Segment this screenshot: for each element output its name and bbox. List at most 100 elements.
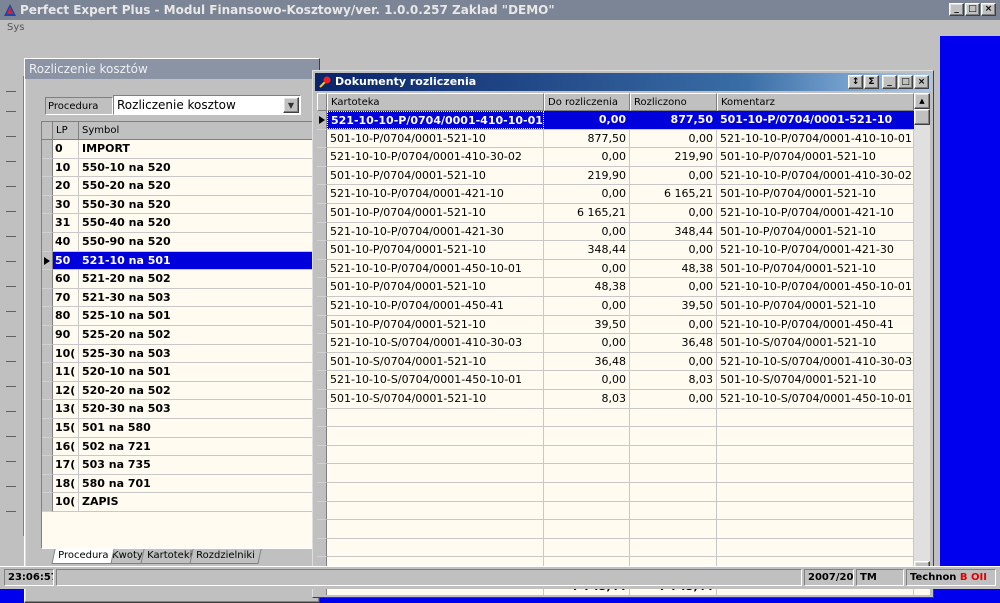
table-row[interactable]: 11(520-10 na 501 bbox=[53, 363, 322, 382]
doc-minimize-button[interactable]: _ bbox=[882, 75, 897, 89]
column-header-rozliczono[interactable]: Rozliczono bbox=[630, 93, 717, 111]
menu-item-system[interactable]: Sys bbox=[0, 22, 24, 33]
table-row[interactable]: 501-10-P/0704/0001-521-10 48,38 0,00 521-10… bbox=[327, 278, 914, 297]
row-indicator[interactable] bbox=[317, 297, 327, 316]
table-row[interactable]: 521-10-10-P/0704/0001-421-30 0,00 348,44 50… bbox=[327, 222, 914, 242]
row-indicator[interactable] bbox=[42, 363, 53, 382]
table-row[interactable]: 15(501 na 580 bbox=[53, 419, 322, 438]
row-indicator[interactable] bbox=[42, 307, 53, 326]
tab-rozdzielniki[interactable]: Rozdzielniki bbox=[189, 549, 262, 564]
row-indicator[interactable] bbox=[42, 344, 53, 364]
scroll-up-icon[interactable]: ▲ bbox=[914, 93, 930, 109]
table-row[interactable]: 10(525-30 na 503 bbox=[53, 344, 322, 364]
table-row[interactable]: 521-10-10-S/0704/0001-410-30-03 0,00 36,48… bbox=[327, 334, 914, 353]
row-indicator[interactable] bbox=[317, 222, 327, 242]
table-row[interactable]: 521-10-10-P/0704/0001-410-10-01 0,00 877,5… bbox=[327, 111, 914, 130]
table-row[interactable]: 13(520-30 na 503 bbox=[53, 400, 322, 419]
table-row[interactable]: 501-10-P/0704/0001-521-10 219,90 0,00 521-1… bbox=[327, 166, 914, 186]
row-indicator[interactable] bbox=[317, 148, 327, 167]
table-row[interactable]: 521-10-10-P/0704/0001-421-10 0,00 6 165,21… bbox=[327, 185, 914, 204]
column-header-do-rozliczenia[interactable]: Do rozliczenia bbox=[544, 93, 630, 111]
row-indicator[interactable] bbox=[42, 381, 53, 401]
settlement-documents-title-bar[interactable]: Dokumenty rozliczenia ↕ Σ _ □ × bbox=[315, 73, 931, 91]
row-indicator[interactable] bbox=[317, 129, 327, 149]
row-indicator[interactable] bbox=[317, 185, 327, 204]
table-row[interactable]: 521-10-10-S/0704/0001-450-10-01 0,00 8,03 5… bbox=[327, 371, 914, 390]
column-header-lp[interactable]: LP bbox=[53, 122, 79, 140]
cell-kartoteka: 521-10-10-P/0704/0001-450-10-01 bbox=[327, 259, 544, 278]
table-row[interactable]: 80 525-10 na 501 bbox=[53, 307, 322, 326]
cell-kartoteka: 521-10-10-P/0704/0001-450-41 bbox=[327, 297, 544, 315]
table-row[interactable]: 0 IMPORT bbox=[53, 140, 322, 159]
table-row[interactable]: 521-10-10-P/0704/0001-450-41 0,00 39,50 501… bbox=[327, 297, 914, 316]
row-indicator[interactable] bbox=[317, 352, 327, 372]
row-indicator[interactable] bbox=[317, 241, 327, 260]
column-header-komentarz[interactable]: Komentarz bbox=[717, 93, 914, 111]
row-indicator[interactable] bbox=[317, 259, 327, 279]
sum-icon[interactable]: Σ bbox=[864, 75, 879, 89]
table-row[interactable]: 40 550-90 na 520 bbox=[53, 233, 322, 252]
table-row[interactable]: 90 525-20 na 502 bbox=[53, 326, 322, 345]
table-row[interactable]: 10 550-10 na 520 bbox=[53, 158, 322, 178]
row-indicator[interactable] bbox=[42, 270, 53, 289]
app-title-bar[interactable]: Perfect Expert Plus - Modul Finansowo-Ko… bbox=[0, 0, 1000, 20]
table-row[interactable]: 70 521-30 na 503 bbox=[53, 288, 322, 308]
row-indicator[interactable] bbox=[42, 493, 53, 512]
table-row[interactable]: 17(503 na 735 bbox=[53, 456, 322, 475]
row-indicator[interactable] bbox=[42, 233, 53, 252]
row-indicator[interactable] bbox=[42, 158, 53, 178]
documents-vertical-scrollbar[interactable]: ▲ ▼ bbox=[914, 93, 930, 577]
row-indicator[interactable] bbox=[42, 288, 53, 308]
row-indicator[interactable] bbox=[317, 166, 327, 186]
scroll-thumb[interactable] bbox=[914, 109, 930, 125]
table-row[interactable]: 16(502 na 721 bbox=[53, 437, 322, 457]
row-indicator[interactable] bbox=[42, 326, 53, 345]
table-row[interactable]: 20 550-20 na 520 bbox=[53, 177, 322, 196]
chevron-down-icon[interactable]: ▼ bbox=[283, 97, 299, 113]
table-row[interactable]: 521-10-10-P/0704/0001-410-30-02 0,00 219,9… bbox=[327, 148, 914, 167]
table-row[interactable]: 12(520-20 na 502 bbox=[53, 381, 322, 401]
cell-symbol: 550-30 na 520 bbox=[82, 197, 171, 211]
app-maximize-button[interactable]: □ bbox=[965, 3, 980, 16]
table-row[interactable]: 501-10-P/0704/0001-521-10 39,50 0,00 521-10… bbox=[327, 315, 914, 335]
row-indicator[interactable] bbox=[317, 371, 327, 390]
row-indicator[interactable] bbox=[42, 140, 53, 159]
tab-procedura[interactable]: Procedura bbox=[51, 549, 116, 564]
table-row[interactable]: 501-10-S/0704/0001-521-10 8,03 0,00 521-10-… bbox=[327, 390, 914, 409]
table-row[interactable]: 501-10-S/0704/0001-521-10 36,48 0,00 521-10… bbox=[327, 352, 914, 372]
row-indicator[interactable] bbox=[317, 204, 327, 223]
table-row[interactable]: 18(580 na 701 bbox=[53, 474, 322, 494]
row-indicator[interactable] bbox=[317, 390, 327, 409]
table-row[interactable]: 30 550-30 na 520 bbox=[53, 195, 322, 215]
table-row[interactable]: 501-10-P/0704/0001-521-10 348,44 0,00 521-1… bbox=[327, 241, 914, 260]
row-indicator[interactable] bbox=[42, 437, 53, 457]
sort-icon[interactable]: ↕ bbox=[848, 75, 863, 89]
table-row[interactable]: 521-10-10-P/0704/0001-450-10-01 0,00 48,38… bbox=[327, 259, 914, 279]
table-row[interactable]: 60 521-20 na 502 bbox=[53, 270, 322, 289]
row-indicator[interactable] bbox=[42, 400, 53, 419]
row-indicator[interactable] bbox=[42, 456, 53, 475]
row-indicator[interactable] bbox=[317, 315, 327, 335]
app-minimize-button[interactable]: _ bbox=[949, 3, 964, 16]
row-indicator[interactable] bbox=[42, 177, 53, 196]
doc-maximize-button[interactable]: □ bbox=[898, 75, 913, 89]
row-indicator[interactable] bbox=[42, 419, 53, 438]
doc-close-button[interactable]: × bbox=[914, 75, 929, 89]
row-indicator[interactable] bbox=[42, 195, 53, 215]
row-indicator[interactable] bbox=[42, 214, 53, 233]
row-indicator[interactable] bbox=[317, 278, 327, 297]
cost-settlement-title-bar[interactable]: Rozliczenie kosztów bbox=[25, 59, 319, 79]
table-row[interactable]: 501-10-P/0704/0001-521-10 6 165,21 0,00 521… bbox=[327, 204, 914, 223]
row-indicator[interactable] bbox=[317, 111, 327, 130]
table-row[interactable]: 501-10-P/0704/0001-521-10 877,50 0,00 521-1… bbox=[327, 129, 914, 149]
row-indicator[interactable] bbox=[317, 334, 327, 353]
table-row[interactable]: 31 550-40 na 520 bbox=[53, 214, 322, 233]
column-header-kartoteka[interactable]: Kartoteka bbox=[327, 93, 544, 111]
procedure-select[interactable]: Rozliczenie kosztow ▼ bbox=[113, 95, 301, 115]
row-indicator[interactable] bbox=[42, 251, 53, 271]
column-header-symbol[interactable]: Symbol bbox=[79, 122, 322, 140]
table-row[interactable]: 50 521-10 na 501 bbox=[53, 251, 322, 271]
table-row[interactable]: 10(ZAPIS bbox=[53, 493, 322, 512]
row-indicator[interactable] bbox=[42, 474, 53, 494]
app-close-button[interactable]: × bbox=[981, 3, 996, 16]
